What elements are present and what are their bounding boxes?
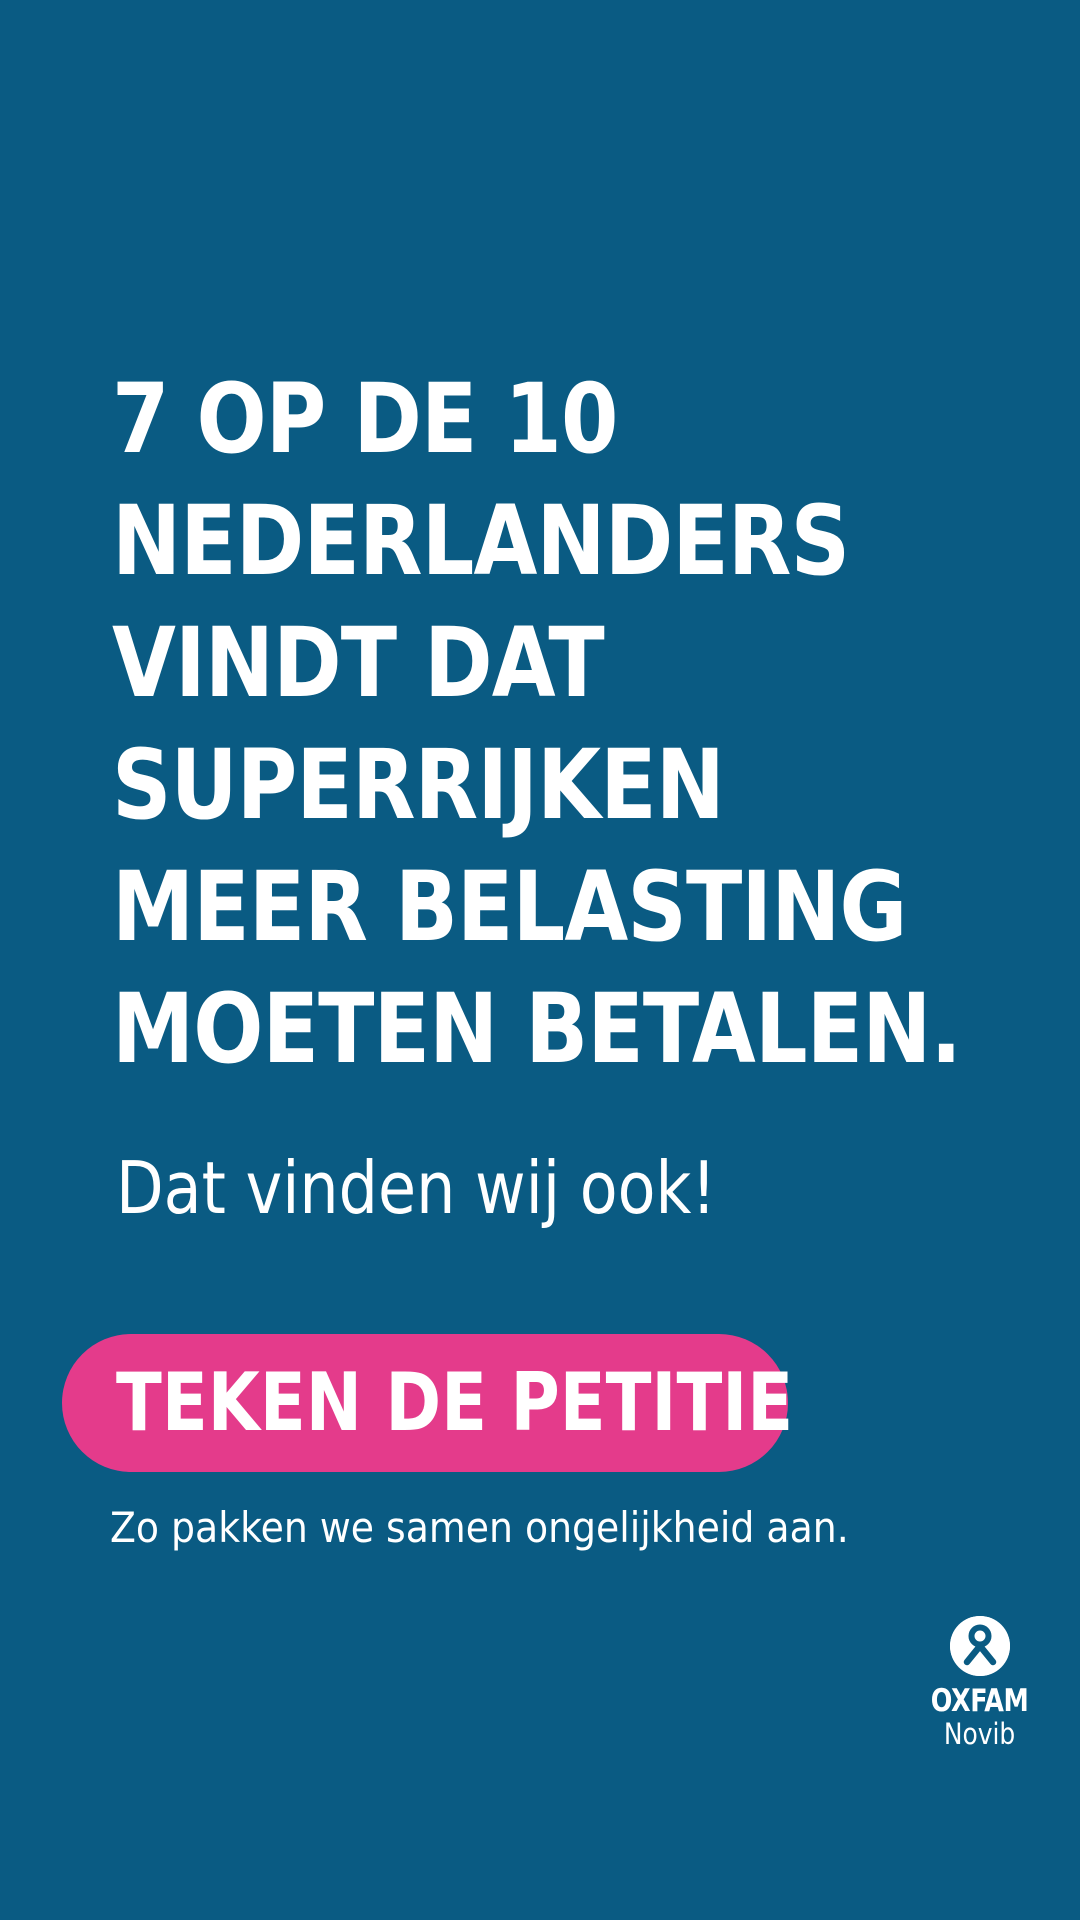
sign-petition-label: TEKEN DE PETITIE <box>116 1356 794 1449</box>
headline: 7 OP DE 10 NEDERLANDERS VINDT DAT SUPERR… <box>112 358 962 1090</box>
headline-line: MOETEN BETALEN. <box>112 973 962 1085</box>
logo-name: OXFAM <box>931 1683 1029 1719</box>
headline-line: 7 OP DE 10 <box>112 363 618 475</box>
subheadline: Dat vinden wij ook! <box>116 1146 717 1230</box>
headline-line: NEDERLANDERS <box>112 485 850 597</box>
oxfam-logo-icon <box>950 1616 1010 1676</box>
sign-petition-button[interactable]: TEKEN DE PETITIE <box>62 1334 793 1472</box>
logo-subname: Novib <box>944 1717 1016 1751</box>
oxfam-novib-logo: OXFAM Novib <box>920 1616 1040 1752</box>
tagline: Zo pakken we samen ongelijkheid aan. <box>110 1503 849 1552</box>
headline-line: MEER BELASTING <box>112 851 907 963</box>
headline-line: VINDT DAT <box>112 607 605 719</box>
headline-line: SUPERRIJKEN <box>112 729 725 841</box>
ad-background: 7 OP DE 10 NEDERLANDERS VINDT DAT SUPERR… <box>0 0 1080 1920</box>
